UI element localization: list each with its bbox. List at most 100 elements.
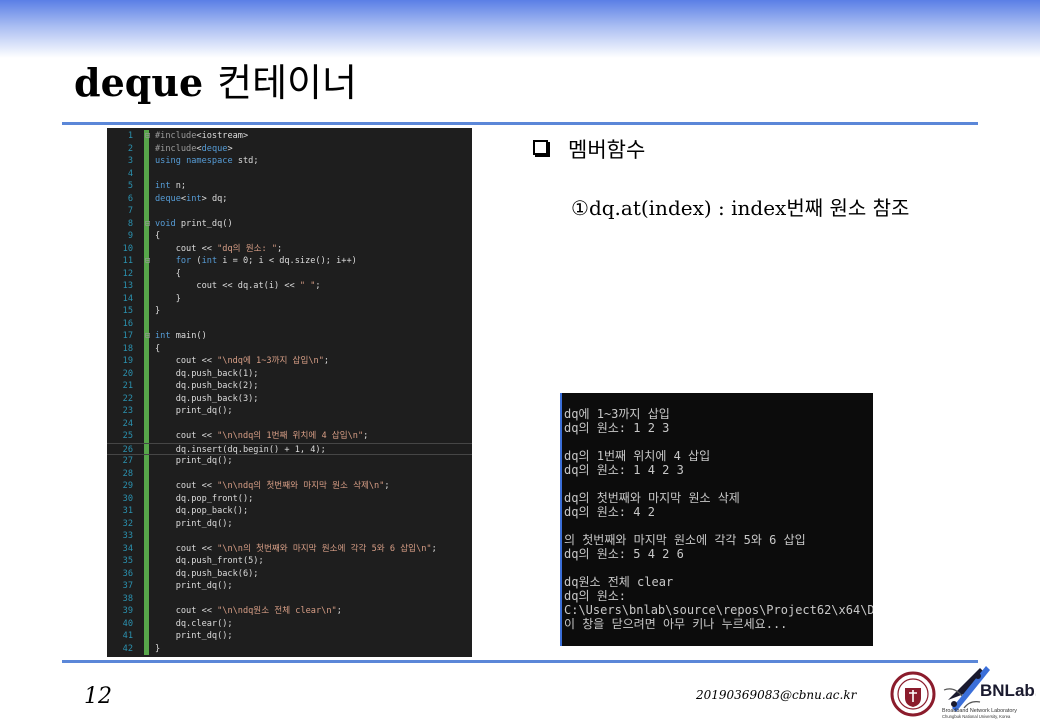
code-text: print_dq(); [155, 518, 233, 529]
sub-item-at: ①dq.at(index) : index번째 원소 참조 [571, 192, 909, 221]
code-text: dq.pop_back(); [155, 506, 249, 516]
code-line: 39 cout << "\n\ndq원소 전체 clear\n"; [107, 605, 472, 618]
line-number: 29 [122, 481, 133, 491]
code-text: { [155, 268, 181, 279]
title-english: deque [74, 60, 204, 105]
code-line: 17 ⊟ int main() [107, 330, 472, 343]
line-number: 21 [122, 381, 133, 391]
code-line: 9{ [107, 230, 472, 243]
code-line: 13 cout << dq.at(i) << " "; [107, 280, 472, 293]
line-number: 10 [122, 243, 133, 254]
console-line: 의 첫번째와 마지막 원소에 각각 5와 6 삽입 [564, 533, 806, 547]
line-number: 9 [127, 231, 133, 241]
line-number: 5 [127, 181, 133, 191]
console-line: dq의 원소: 4 2 [564, 505, 655, 519]
code-text: #include<deque> [155, 143, 233, 154]
console-line: dq의 1번째 위치에 4 삽입 [564, 449, 711, 463]
code-line: 10 cout << "dq의 원소: "; [107, 243, 472, 256]
console-line: dq의 원소: [564, 589, 627, 603]
line-number: 4 [127, 168, 133, 179]
code-text: int main() [155, 331, 207, 341]
code-text: cout << "\n\ndq원소 전체 clear\n"; [155, 606, 342, 616]
code-line: 35 dq.push_front(5); [107, 555, 472, 568]
line-number: 42 [122, 643, 133, 654]
code-line: 32 print_dq(); [107, 518, 472, 531]
footer-email: 20190369083@cbnu.ac.kr [696, 688, 857, 702]
console-line: dq의 원소: 1 4 2 3 [564, 463, 684, 477]
line-number: 18 [122, 343, 133, 354]
code-text: } [155, 643, 161, 654]
line-number: 15 [122, 306, 133, 316]
line-number: 19 [122, 356, 133, 366]
code-line: 38 [107, 593, 472, 606]
line-number: 40 [122, 618, 133, 629]
line-number: 34 [122, 543, 133, 554]
line-number: 8 [127, 218, 133, 229]
line-number: 16 [122, 318, 133, 329]
console-line: dq에 1~3까지 삽입 [564, 407, 670, 421]
bnlab-logo-text: BNLab. [980, 681, 1036, 700]
line-number: 30 [122, 493, 133, 504]
code-line: 21 dq.push_back(2); [107, 380, 472, 393]
line-number: 35 [122, 556, 133, 566]
line-number: 27 [122, 456, 133, 466]
code-text: dq.pop_front(); [155, 493, 254, 504]
code-line: 12 { [107, 268, 472, 281]
line-number: 31 [122, 506, 133, 516]
code-line: 41 print_dq(); [107, 630, 472, 643]
code-line: 16 [107, 318, 472, 331]
line-number: 25 [122, 431, 133, 441]
code-text: int n; [155, 181, 187, 191]
code-text: } [155, 306, 161, 316]
code-line: 22 dq.push_back(3); [107, 393, 472, 406]
code-line: 19 cout << "\ndq에 1~3까지 삽입\n"; [107, 355, 472, 368]
line-number: 41 [122, 631, 133, 641]
code-line: 33 [107, 530, 472, 543]
console-line: dq원소 전체 clear [564, 575, 674, 589]
code-line: 42} [107, 643, 472, 656]
code-line: 7 [107, 205, 472, 218]
code-text: print_dq(); [155, 631, 233, 641]
code-line: 5 int n; [107, 180, 472, 193]
code-text: #include<iostream> [155, 131, 249, 141]
code-line: 2 #include<deque> [107, 143, 472, 156]
code-text: cout << "\ndq에 1~3까지 삽입\n"; [155, 356, 330, 366]
code-text: dq.push_back(1); [155, 368, 259, 379]
code-line: 1 ⊟ #include<iostream> [107, 130, 472, 143]
code-line: 8 ⊟ void print_dq() [107, 218, 472, 231]
line-number: 6 [127, 193, 133, 204]
line-number: 11 [122, 256, 133, 266]
page-number: 12 [84, 684, 112, 709]
code-text: cout << "\n\ndq의 1번째 위치에 4 삽입\n"; [155, 431, 369, 441]
bullet-member-functions: 멤버함수 [533, 134, 645, 164]
code-text: using namespace std; [155, 156, 259, 166]
line-number: 36 [122, 568, 133, 579]
fold-toggle-icon: ⊟ [145, 131, 151, 141]
code-text: } [155, 293, 181, 304]
circled-one-marker: ① [571, 196, 589, 220]
code-text: dq.push_back(3); [155, 393, 259, 404]
line-number: 14 [122, 293, 133, 304]
bnlab-logo: BNLab. Broadband Network Laboratory Chun… [942, 666, 1036, 719]
code-line: 6 deque<int> dq; [107, 193, 472, 206]
bullet-label: 멤버함수 [568, 138, 646, 162]
line-number: 7 [127, 206, 133, 216]
code-text: cout << "\n\ndq의 첫번째와 마지막 원소 삭제\n"; [155, 481, 390, 491]
code-text: dq.push_back(2); [155, 381, 259, 391]
code-line: 24 [107, 418, 472, 431]
code-text: dq.push_back(6); [155, 568, 259, 579]
square-bullet-icon [533, 140, 548, 155]
fold-toggle-icon: ⊟ [145, 218, 151, 229]
line-number: 1 [127, 131, 133, 141]
code-line: 36 dq.push_back(6); [107, 568, 472, 581]
line-number: 22 [122, 393, 133, 404]
university-seal-logo [890, 671, 936, 717]
code-line: 31 dq.pop_back(); [107, 505, 472, 518]
line-number: 2 [127, 143, 133, 154]
line-number: 37 [122, 581, 133, 591]
line-number: 3 [127, 156, 133, 166]
code-line: 27 print_dq(); [107, 455, 472, 468]
line-number: 38 [122, 593, 133, 604]
line-number: 23 [122, 406, 133, 416]
code-text: print_dq(); [155, 581, 233, 591]
